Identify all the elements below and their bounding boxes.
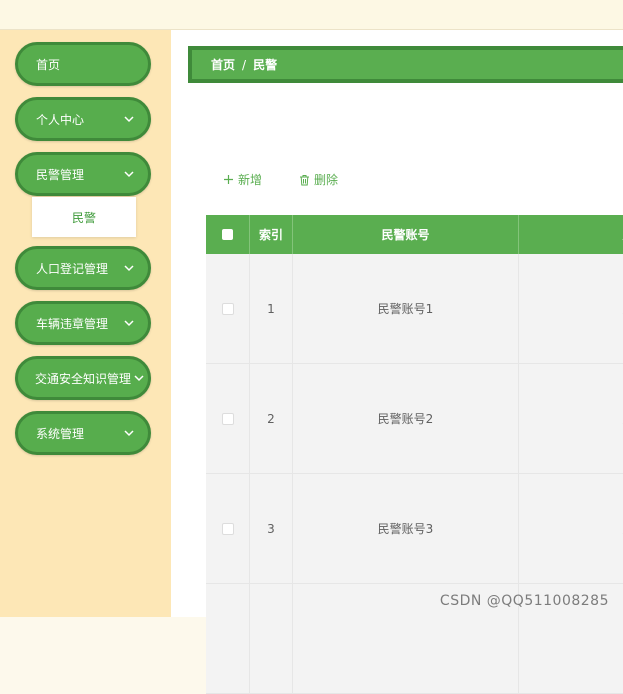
breadcrumb-separator: / xyxy=(242,57,247,72)
chevron-down-icon xyxy=(124,171,134,178)
cell-account: 民警账号3 xyxy=(293,474,519,583)
trash-icon xyxy=(300,174,309,185)
cell-index: 1 xyxy=(250,254,293,363)
sidebar-item-label: 个人中心 xyxy=(36,112,85,127)
main-content: 首页 / 民警 新增 删除 索引 民警账号 民警 1 民警账号1 民警 xyxy=(171,30,623,694)
row-checkbox[interactable] xyxy=(221,302,234,315)
sidebar-item-label: 车辆违章管理 xyxy=(36,316,109,331)
select-all-checkbox[interactable] xyxy=(222,229,233,240)
sidebar-item-system-management[interactable]: 系统管理 xyxy=(15,411,151,455)
chevron-down-icon xyxy=(124,116,134,123)
submenu-item-label: 民警 xyxy=(71,210,96,225)
delete-button-label: 删除 xyxy=(314,173,339,187)
cell-name: 民警 xyxy=(519,254,623,363)
chevron-down-icon xyxy=(124,265,134,272)
sidebar-item-label: 系统管理 xyxy=(36,426,85,441)
row-checkbox[interactable] xyxy=(221,522,234,535)
sidebar-item-traffic-safety-knowledge[interactable]: 交通安全知识管理 xyxy=(15,356,151,400)
sidebar-item-personal-center[interactable]: 个人中心 xyxy=(15,97,151,141)
cell-account: 民警账号2 xyxy=(293,364,519,473)
chevron-down-icon xyxy=(124,430,134,437)
column-header-index: 索引 xyxy=(250,215,293,254)
cell-account: 民警账号1 xyxy=(293,254,519,363)
table-header: 索引 民警账号 民警 xyxy=(206,215,623,254)
breadcrumb: 首页 / 民警 xyxy=(188,46,623,83)
delete-button[interactable]: 删除 xyxy=(299,171,338,188)
watermark: CSDN @QQ511008285 xyxy=(439,593,609,609)
sidebar-item-label: 交通安全知识管理 xyxy=(35,371,132,386)
sidebar-item-label: 民警管理 xyxy=(36,167,85,182)
breadcrumb-current: 民警 xyxy=(253,58,278,72)
cell-name: 民警 xyxy=(519,474,623,583)
sidebar-item-vehicle-violation[interactable]: 车辆违章管理 xyxy=(15,301,151,345)
cell-index: 2 xyxy=(250,364,293,473)
cell-name: 民警 xyxy=(519,364,623,473)
sidebar-item-police-management[interactable]: 民警管理 xyxy=(15,152,151,196)
sidebar-item-home[interactable]: 首页 xyxy=(15,42,151,86)
chevron-down-icon xyxy=(134,375,144,382)
top-header-bar xyxy=(0,0,623,30)
chevron-down-icon xyxy=(124,320,134,327)
cell-index: 3 xyxy=(250,474,293,583)
row-checkbox[interactable] xyxy=(221,412,234,425)
cell-index xyxy=(250,584,293,693)
breadcrumb-home[interactable]: 首页 xyxy=(211,56,235,73)
sidebar: 首页 个人中心 民警管理 民警 人口登记管理 车辆违章管理 交通安全知识管理 系… xyxy=(0,30,171,617)
table-row[interactable]: 1 民警账号1 民警 xyxy=(206,254,623,364)
sidebar-item-population-registration[interactable]: 人口登记管理 xyxy=(15,246,151,290)
sidebar-item-label: 首页 xyxy=(36,57,61,72)
select-all-cell xyxy=(206,215,250,254)
table-row[interactable]: 2 民警账号2 民警 xyxy=(206,364,623,474)
column-header-name: 民警 xyxy=(519,215,623,254)
sidebar-item-label: 人口登记管理 xyxy=(36,261,109,276)
plus-icon xyxy=(224,175,233,184)
add-button[interactable]: 新增 xyxy=(223,171,262,188)
column-header-account: 民警账号 xyxy=(293,215,519,254)
submenu-item-police[interactable]: 民警 xyxy=(32,197,136,237)
add-button-label: 新增 xyxy=(238,173,263,187)
table-row[interactable]: 3 民警账号3 民警 xyxy=(206,474,623,584)
